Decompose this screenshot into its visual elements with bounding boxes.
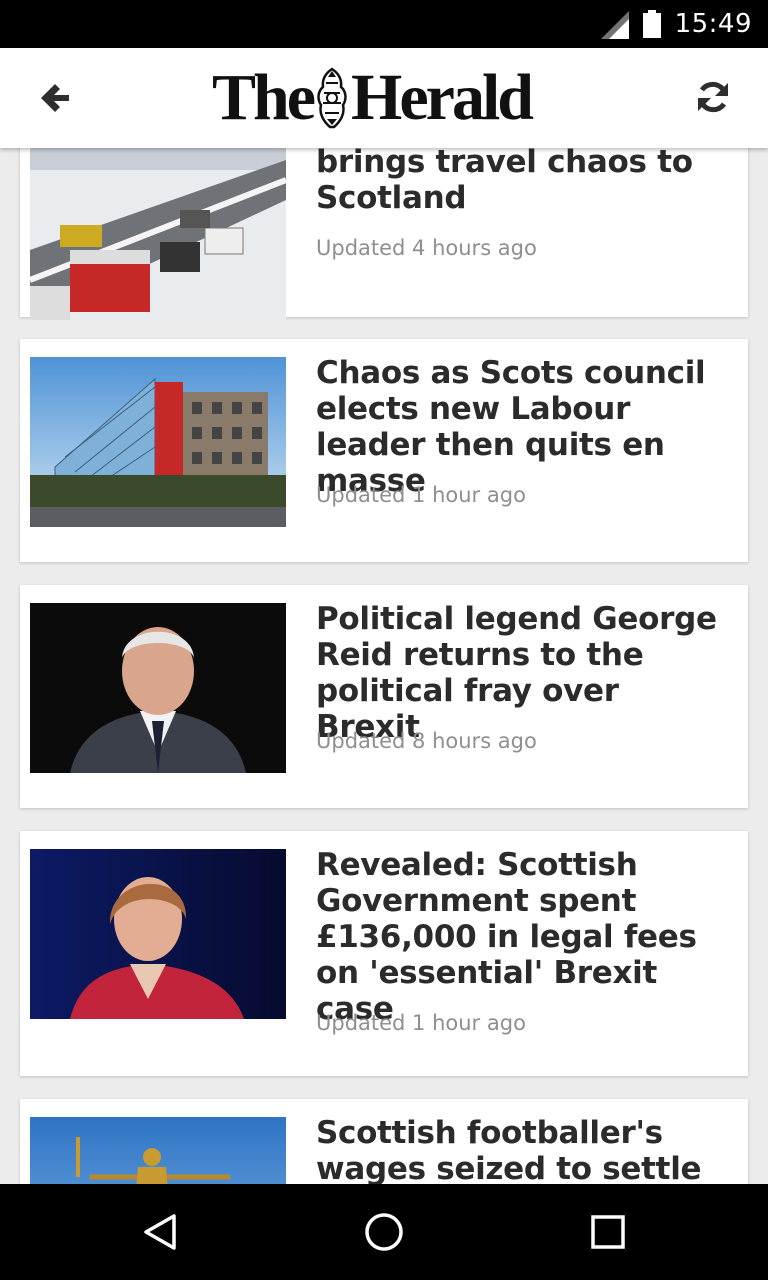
article-updated: Updated 4 hours ago <box>316 236 537 260</box>
crest-icon <box>317 67 347 129</box>
app-bar: The Herald <box>0 48 768 148</box>
article-headline[interactable]: Political legend George Reid returns to … <box>316 601 726 745</box>
article-image-justice-statue <box>30 1117 286 1184</box>
nav-home-button[interactable] <box>356 1204 412 1260</box>
article-image-george-reid <box>30 603 286 773</box>
logo-text-left: The <box>212 61 316 134</box>
circle-home-icon <box>365 1213 403 1251</box>
article-card[interactable]: brings travel chaos to Scotland Updated … <box>20 148 748 320</box>
navigation-bar <box>0 1184 768 1280</box>
article-headline[interactable]: brings travel chaos to Scotland <box>316 148 726 216</box>
article-card[interactable]: Revealed: Scottish Government spent £136… <box>20 831 748 1076</box>
article-headline[interactable]: Scottish footballer's wages seized to se… <box>316 1115 726 1184</box>
refresh-icon <box>698 81 728 113</box>
logo-text-right: Herald <box>351 61 534 134</box>
article-card[interactable]: Chaos as Scots council elects new Labour… <box>20 339 748 562</box>
article-image-snow-traffic <box>30 148 286 320</box>
article-card[interactable]: Political legend George Reid returns to … <box>20 585 748 808</box>
status-time: 15:49 <box>674 9 752 39</box>
article-image-council-building <box>30 357 286 527</box>
status-bar: 15:49 <box>0 0 768 48</box>
back-button[interactable] <box>30 76 80 120</box>
refresh-button[interactable] <box>688 72 738 122</box>
article-image-politician-red-jacket <box>30 849 286 1019</box>
nav-recents-button[interactable] <box>580 1204 636 1260</box>
square-recents-icon <box>591 1215 625 1249</box>
triangle-back-icon <box>144 1214 176 1250</box>
nav-back-button[interactable] <box>132 1204 188 1260</box>
arrow-left-icon <box>41 84 69 112</box>
article-list[interactable]: brings travel chaos to Scotland Updated … <box>0 148 768 1184</box>
article-headline[interactable]: Chaos as Scots council elects new Labour… <box>316 355 726 499</box>
article-updated: Updated 8 hours ago <box>316 729 537 753</box>
battery-icon <box>642 10 661 38</box>
article-updated: Updated 1 hour ago <box>316 1011 526 1035</box>
article-headline[interactable]: Revealed: Scottish Government spent £136… <box>316 847 726 1027</box>
the-herald-logo: The Herald <box>212 62 556 134</box>
article-card[interactable]: Scottish footballer's wages seized to se… <box>20 1099 748 1184</box>
article-updated: Updated 1 hour ago <box>316 483 526 507</box>
signal-icon <box>600 11 629 39</box>
